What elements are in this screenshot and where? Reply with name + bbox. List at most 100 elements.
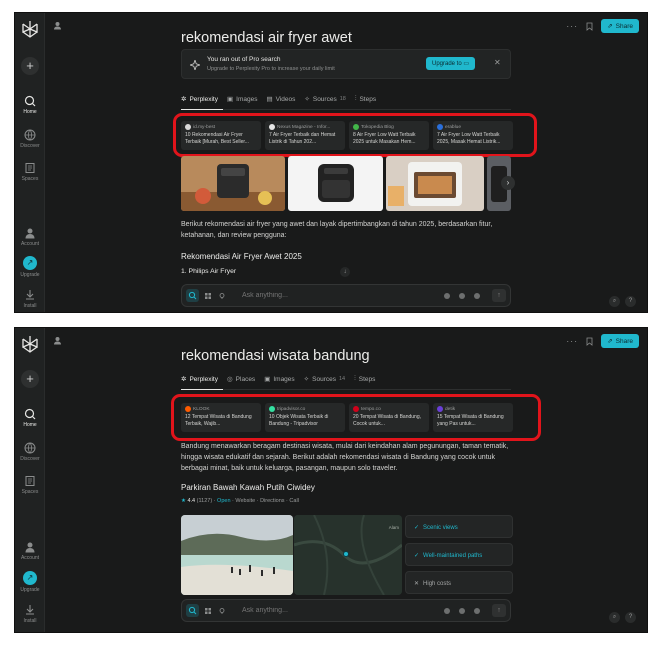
tab-places[interactable]: ◎ Places bbox=[227, 375, 256, 384]
sidebar-item-discover[interactable]: Discover bbox=[15, 442, 45, 462]
account-icon[interactable] bbox=[53, 21, 62, 30]
install-icon bbox=[26, 605, 34, 615]
product-image[interactable] bbox=[288, 156, 383, 211]
tab-videos[interactable]: ▤ Videos bbox=[266, 95, 296, 104]
place-directions-link[interactable]: Directions bbox=[260, 498, 284, 504]
ask-input[interactable] bbox=[242, 607, 422, 614]
more-icon[interactable]: ··· bbox=[566, 336, 578, 346]
pro-badge-icon: ▭ bbox=[463, 61, 470, 67]
sidebar-item-home[interactable]: Home bbox=[15, 408, 45, 428]
tab-label: Steps bbox=[359, 95, 377, 103]
page-title: rekomendasi wisata bandung bbox=[181, 348, 370, 364]
place-call-link[interactable]: Call bbox=[289, 498, 298, 504]
product-image[interactable] bbox=[386, 156, 484, 211]
tab-divider bbox=[181, 389, 511, 390]
globe-icon[interactable] bbox=[444, 608, 450, 614]
sources-count: 18 bbox=[339, 96, 346, 102]
chevron-right-icon[interactable]: › bbox=[501, 176, 515, 190]
sidebar-item-home[interactable]: Home bbox=[15, 95, 45, 115]
help-icon[interactable]: ? bbox=[625, 296, 636, 307]
sidebar-item-spaces[interactable]: Spaces bbox=[15, 162, 45, 182]
discover-icon bbox=[24, 129, 36, 141]
red-highlight-box bbox=[171, 394, 541, 441]
spaces-icon bbox=[25, 163, 35, 173]
sidebar-item-account[interactable]: Account bbox=[15, 227, 45, 247]
check-icon: ✓ bbox=[414, 553, 420, 559]
more-icon[interactable]: ··· bbox=[566, 21, 578, 31]
search-mode-icon[interactable] bbox=[186, 604, 199, 617]
bookmark-icon[interactable] bbox=[586, 22, 593, 31]
account-icon[interactable] bbox=[53, 336, 62, 345]
place-reviews: (1127) bbox=[196, 498, 213, 504]
tab-steps[interactable]: ⫶ Steps bbox=[354, 375, 375, 383]
tab-label: Places bbox=[235, 375, 256, 383]
new-thread-icon[interactable]: + bbox=[21, 57, 39, 75]
bookmark-icon[interactable] bbox=[586, 337, 593, 346]
sidebar-label-home: Home bbox=[23, 422, 37, 428]
mic-icon[interactable] bbox=[474, 608, 480, 614]
ask-input[interactable] bbox=[242, 292, 422, 299]
sidebar-item-spaces[interactable]: Spaces bbox=[15, 475, 45, 495]
product-image[interactable] bbox=[181, 156, 285, 211]
language-icon[interactable]: ⌕ bbox=[609, 612, 620, 623]
sidebar-item-discover[interactable]: Discover bbox=[15, 129, 45, 149]
labs-mode-icon[interactable] bbox=[219, 608, 225, 614]
send-button[interactable]: ↑ bbox=[492, 289, 506, 302]
tab-label: Steps bbox=[358, 375, 376, 383]
tab-images[interactable]: ▣ Images bbox=[264, 375, 294, 384]
sidebar: + Home Discover Spaces Account ↗ Upgrade… bbox=[15, 13, 45, 312]
tab-label: Sources bbox=[312, 95, 337, 103]
sidebar-item-account[interactable]: Account bbox=[15, 541, 45, 561]
upgrade-button[interactable]: Upgrade to ▭ bbox=[426, 57, 476, 70]
place-map[interactable]: Alam bbox=[294, 515, 402, 595]
attach-icon[interactable] bbox=[459, 608, 465, 614]
answer-subheading: 1. Philips Air Fryer bbox=[181, 268, 237, 275]
tab-perplexity[interactable]: ✲ Perplexity bbox=[181, 95, 218, 104]
scroll-down-icon[interactable]: ↓ bbox=[340, 267, 350, 277]
sidebar-item-install[interactable]: Install bbox=[15, 289, 45, 309]
close-icon[interactable]: ✕ bbox=[494, 58, 501, 67]
help-icon[interactable]: ? bbox=[625, 612, 636, 623]
pro-sparkle-icon bbox=[190, 60, 200, 70]
tab-sources[interactable]: ✧ Sources 18 bbox=[304, 95, 346, 104]
language-icon[interactable]: ⌕ bbox=[609, 296, 620, 307]
steps-icon: ⫶ bbox=[354, 375, 356, 382]
place-photo[interactable] bbox=[181, 515, 293, 595]
sidebar-label-install: Install bbox=[23, 303, 37, 309]
sidebar: + Home Discover Spaces Account ↗ Upgrade… bbox=[15, 328, 45, 632]
research-mode-icon[interactable] bbox=[205, 293, 211, 299]
map-pin-icon[interactable] bbox=[343, 551, 349, 557]
install-icon bbox=[26, 290, 34, 300]
top-actions: ··· ⇗ Share bbox=[566, 334, 639, 348]
research-mode-icon[interactable] bbox=[205, 608, 211, 614]
perplexity-logo[interactable] bbox=[20, 19, 40, 39]
mic-icon[interactable] bbox=[474, 293, 480, 299]
sidebar-item-upgrade[interactable]: ↗ Upgrade bbox=[15, 571, 45, 593]
search-mode-icon[interactable] bbox=[186, 289, 199, 302]
perplexity-logo[interactable] bbox=[20, 334, 40, 354]
tab-label: Videos bbox=[275, 95, 296, 103]
place-website-link[interactable]: Website bbox=[235, 498, 255, 504]
new-thread-icon[interactable]: + bbox=[21, 370, 39, 388]
home-icon bbox=[24, 95, 36, 107]
feature-text: Scenic views bbox=[423, 525, 458, 531]
globe-icon[interactable] bbox=[444, 293, 450, 299]
ask-input-bar: ↑ bbox=[181, 599, 511, 622]
feature-text: Well-maintained paths bbox=[423, 553, 483, 559]
send-button[interactable]: ↑ bbox=[492, 604, 506, 617]
tab-label: Images bbox=[236, 95, 258, 103]
feature-text: High costs bbox=[423, 581, 452, 587]
tab-images[interactable]: ▣ Images bbox=[227, 95, 258, 104]
sidebar-item-upgrade[interactable]: ↗ Upgrade bbox=[15, 256, 45, 278]
tab-steps[interactable]: ⫶ Steps bbox=[355, 95, 376, 103]
labs-mode-icon[interactable] bbox=[219, 293, 225, 299]
sources-count: 14 bbox=[338, 376, 346, 382]
share-button[interactable]: ⇗ Share bbox=[601, 334, 639, 348]
upgrade-icon: ↗ bbox=[23, 256, 37, 270]
sidebar-item-install[interactable]: Install bbox=[15, 604, 45, 624]
attach-icon[interactable] bbox=[459, 293, 465, 299]
share-button[interactable]: ⇗ Share bbox=[601, 19, 639, 33]
banner-subtitle: Upgrade to Perplexity Pro to increase yo… bbox=[207, 66, 335, 72]
tab-perplexity[interactable]: ✲ Perplexity bbox=[181, 375, 218, 384]
tab-sources[interactable]: ✧ Sources 14 bbox=[304, 375, 346, 384]
